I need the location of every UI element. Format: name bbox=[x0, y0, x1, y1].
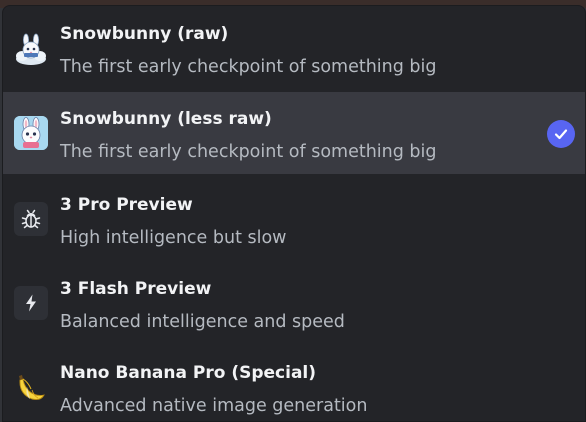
bunny-avatar-icon bbox=[14, 116, 48, 150]
lightning-bolt-icon bbox=[14, 286, 48, 320]
item-subtitle: Balanced intelligence and speed bbox=[60, 312, 345, 332]
banana-icon bbox=[14, 370, 48, 404]
menu-item-snowbunny-less-raw[interactable]: Snowbunny (less raw) The first early che… bbox=[3, 92, 585, 174]
item-subtitle: High intelligence but slow bbox=[60, 228, 287, 248]
item-title: 3 Pro Preview bbox=[60, 195, 193, 215]
checkmark-circle-icon bbox=[547, 120, 575, 148]
item-title: Snowbunny (less raw) bbox=[60, 109, 272, 129]
model-select-menu: Snowbunny (raw) The first early checkpoi… bbox=[2, 5, 586, 422]
snow-bunny-cloud-icon bbox=[14, 33, 48, 67]
item-subtitle: Advanced native image generation bbox=[60, 396, 368, 416]
bug-icon bbox=[14, 202, 48, 236]
menu-item-nano-banana-pro[interactable]: Nano Banana Pro (Special) Advanced nativ… bbox=[3, 344, 585, 421]
menu-item-3-pro-preview[interactable]: 3 Pro Preview High intelligence but slow bbox=[3, 176, 585, 258]
menu-item-3-flash-preview[interactable]: 3 Flash Preview Balanced intelligence an… bbox=[3, 260, 585, 342]
item-title: Snowbunny (raw) bbox=[60, 24, 229, 44]
item-title: Nano Banana Pro (Special) bbox=[60, 363, 317, 383]
menu-item-snowbunny-raw[interactable]: Snowbunny (raw) The first early checkpoi… bbox=[3, 6, 585, 88]
item-title: 3 Flash Preview bbox=[60, 279, 212, 299]
item-subtitle: The first early checkpoint of something … bbox=[60, 57, 437, 77]
item-subtitle: The first early checkpoint of something … bbox=[60, 142, 437, 162]
